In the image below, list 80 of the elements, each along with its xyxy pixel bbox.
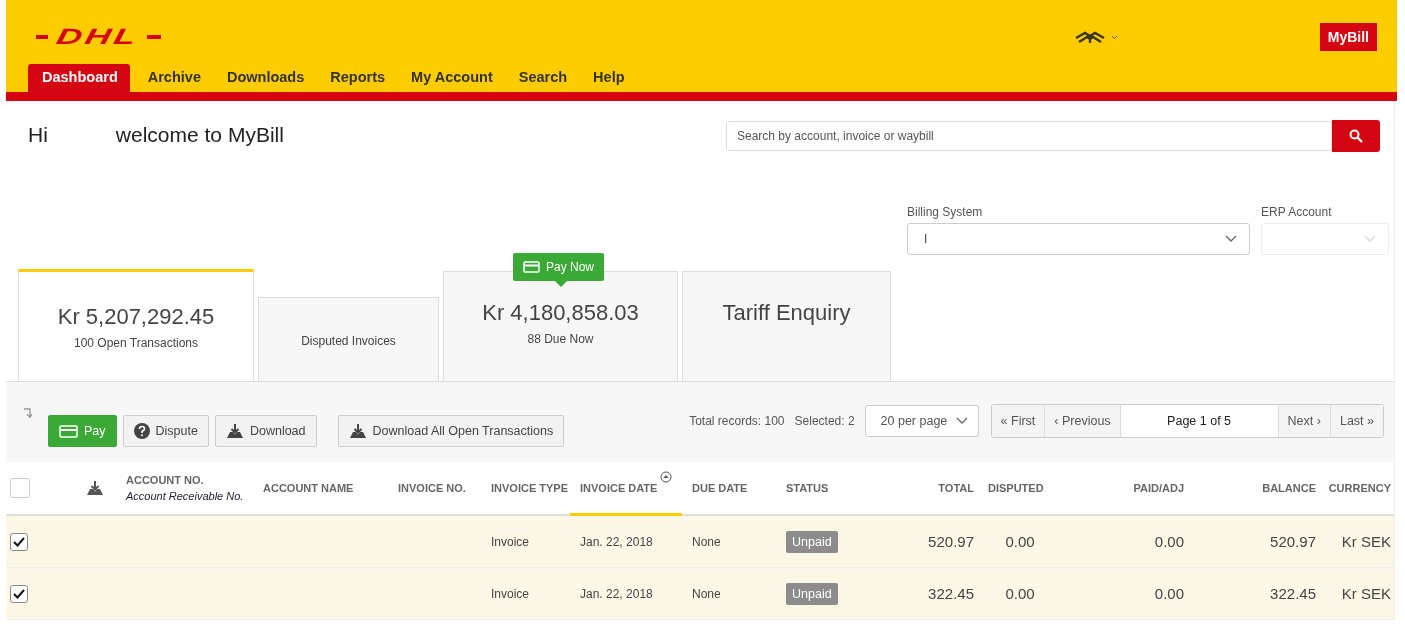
row-checkbox[interactable] <box>10 532 28 551</box>
table-cell: None <box>692 586 721 601</box>
table-cell: 322.45 <box>1270 585 1316 602</box>
table-cell: 0.00 <box>1154 585 1184 602</box>
summary-card[interactable]: Tariff Enquiry <box>682 271 891 381</box>
welcome-text: welcome to MyBill <box>115 123 284 148</box>
nav-tab[interactable]: My Account <box>397 64 505 92</box>
column-header[interactable]: CURRENCY <box>1328 482 1391 494</box>
total-records-text: Total records: 100 <box>689 414 785 428</box>
caption-text: 88 Due Now <box>527 331 594 346</box>
column-subheader: Account Receivable No. <box>126 490 244 502</box>
table-cell: 0.00 <box>1154 533 1184 550</box>
column-header[interactable]: DUE DATE <box>692 482 748 494</box>
table-cell: Kr SEK <box>1341 585 1391 602</box>
table-cell: None <box>692 534 721 549</box>
select-all-checkbox[interactable] <box>10 478 30 498</box>
toolbar-button[interactable]: Download All Open Transactions <box>337 415 565 447</box>
toolbar-button[interactable]: Download <box>214 415 317 447</box>
table-cell: 520.97 <box>928 533 974 550</box>
sort-up-icon[interactable] <box>660 471 672 483</box>
summary-card[interactable]: Disputed Invoices <box>258 297 439 381</box>
selected-count-text: Selected: 2 <box>794 414 855 428</box>
download-icon[interactable] <box>86 480 104 496</box>
page-indicator: Page 1 of 5 <box>1120 405 1279 437</box>
greeting-text: Hi <box>28 123 48 148</box>
table-cell: Invoice <box>491 586 530 601</box>
nav-tab[interactable]: Help <box>579 64 637 92</box>
status-badge: Unpaid <box>786 582 838 605</box>
table-cell: Kr SEK <box>1341 533 1391 550</box>
dhl-logo[interactable]: DHL <box>36 27 162 47</box>
nav-tab[interactable]: Dashboard <box>28 64 130 92</box>
column-header[interactable]: BALANCE <box>1262 482 1316 494</box>
help-icon <box>133 423 150 439</box>
table-cell: 520.97 <box>1270 533 1316 550</box>
column-header[interactable]: PAID/ADJ <box>1133 482 1184 494</box>
table-cell: Jan. 22, 2018 <box>580 534 653 549</box>
column-header[interactable]: TOTAL <box>938 482 974 494</box>
nav-tab[interactable]: Reports <box>316 64 398 92</box>
chevron-down-icon <box>955 417 968 425</box>
caption-text: 100 Open Transactions <box>73 335 199 350</box>
amount-text: Kr 5,207,292.45 <box>57 303 215 330</box>
table-cell: Invoice <box>491 534 530 549</box>
filter-label: ERP Account <box>1261 205 1333 219</box>
card-icon <box>59 424 78 438</box>
first-page-button[interactable]: « First <box>991 405 1046 437</box>
column-header[interactable]: INVOICE TYPE <box>491 482 569 494</box>
table-cell: 322.45 <box>928 585 974 602</box>
mybill-button[interactable]: MyBill <box>1319 23 1377 51</box>
table-cell: 0.00 <box>1005 585 1035 602</box>
nav-tab[interactable]: Downloads <box>212 64 317 92</box>
download-icon <box>225 423 244 439</box>
chevron-down-icon <box>1225 235 1237 243</box>
search-field[interactable]: Search by account, invoice or waybill <box>726 121 1332 151</box>
status-badge: Unpaid <box>786 530 838 553</box>
row-checkbox[interactable] <box>10 584 28 603</box>
column-header[interactable]: STATUS <box>786 482 829 494</box>
card-title: Tariff Enquiry <box>722 300 851 326</box>
search-button[interactable] <box>1332 120 1380 152</box>
summary-card[interactable]: Kr 5,207,292.45 100 Open Transactions <box>18 269 254 381</box>
toolbar-button[interactable]: Dispute <box>122 415 209 447</box>
column-header[interactable]: ACCOUNT NO. <box>126 474 244 486</box>
column-header[interactable]: DISPUTED <box>988 482 1044 494</box>
filter-label: Billing System <box>907 205 984 219</box>
search-icon <box>1349 129 1363 143</box>
column-header[interactable]: INVOICE NO. <box>398 482 466 494</box>
download-icon <box>348 423 367 439</box>
caption-text: Disputed Invoices <box>301 333 396 348</box>
table-cell: 0.00 <box>1005 533 1035 550</box>
card-icon <box>523 261 540 273</box>
chevron-down-icon[interactable] <box>1110 34 1118 40</box>
chevron-down-icon <box>1364 235 1376 243</box>
amount-text: Kr 4,180,858.03 <box>482 299 639 326</box>
table-cell: Jan. 22, 2018 <box>580 586 653 601</box>
column-header[interactable]: INVOICE DATE <box>580 481 658 494</box>
per-page-dropdown[interactable]: 20 per page <box>864 405 979 437</box>
dropdown[interactable]: I <box>907 223 1250 255</box>
nav-tab[interactable]: Search <box>504 64 580 92</box>
column-header[interactable]: ACCOUNT NAME <box>263 482 354 494</box>
nav-tab[interactable]: Archive <box>133 64 213 92</box>
sort-arrow-icon[interactable] <box>22 407 32 419</box>
